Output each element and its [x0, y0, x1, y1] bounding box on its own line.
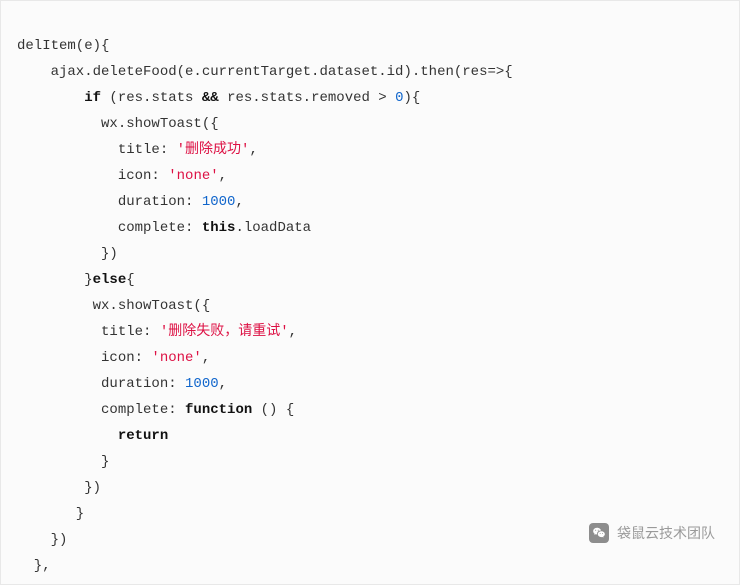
watermark: 袋鼠云技术团队	[589, 520, 715, 546]
code-line: duration: 1000,	[17, 194, 244, 210]
keyword-else: else	[93, 272, 127, 288]
code-line: wx.showToast({	[17, 116, 219, 132]
wechat-icon	[589, 523, 609, 543]
number-literal: 1000	[185, 376, 219, 392]
code-line: duration: 1000,	[17, 376, 227, 392]
watermark-label: 袋鼠云技术团队	[617, 520, 715, 546]
code-line: wx.showToast({	[17, 298, 210, 314]
string-literal: 'none'	[151, 350, 201, 366]
string-literal: '删除失败，请重试'	[160, 324, 289, 340]
number-literal: 1000	[202, 194, 236, 210]
code-line: }	[17, 454, 109, 470]
code-line: title: '删除成功',	[17, 142, 258, 158]
code-line: })	[17, 532, 67, 548]
code-line: })	[17, 246, 118, 262]
code-line: ajax.deleteFood(e.currentTarget.dataset.…	[17, 64, 513, 80]
code-line: })	[17, 480, 101, 496]
string-literal: 'none'	[168, 168, 218, 184]
code-line: },	[17, 558, 51, 574]
code-line: if (res.stats && res.stats.removed > 0){	[17, 90, 420, 106]
keyword-return: return	[118, 428, 168, 444]
code-line: return	[17, 428, 168, 444]
code-line: complete: this.loadData	[17, 220, 311, 236]
code-line: icon: 'none',	[17, 168, 227, 184]
code-line: icon: 'none',	[17, 350, 210, 366]
code-line: title: '删除失败，请重试',	[17, 324, 297, 340]
code-line: }else{	[17, 272, 135, 288]
keyword-if: if	[84, 90, 101, 106]
code-line: delItem(e){	[17, 38, 109, 54]
keyword-this: this	[202, 220, 236, 236]
number-literal: 0	[395, 90, 403, 106]
operator-and: &&	[202, 90, 219, 106]
code-line: complete: function () {	[17, 402, 294, 418]
string-literal: '删除成功'	[177, 142, 250, 158]
code-block: delItem(e){ ajax.deleteFood(e.currentTar…	[1, 7, 739, 579]
keyword-function: function	[185, 402, 252, 418]
code-line: }	[17, 506, 84, 522]
